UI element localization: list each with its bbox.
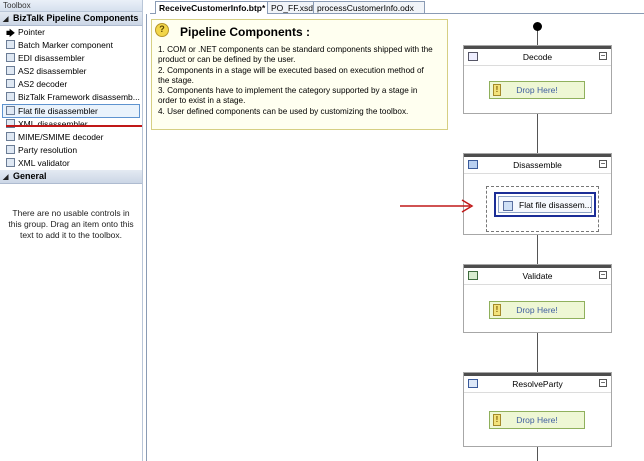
section-label: General xyxy=(13,171,47,181)
stage-decode[interactable]: Decode − ! Drop Here! xyxy=(463,45,612,114)
note-line: 2. Components in a stage will be execute… xyxy=(158,65,424,75)
stage-header: Decode − xyxy=(464,49,611,63)
note-title: Pipeline Components : xyxy=(180,25,311,39)
collapse-triangle-icon: ◢ xyxy=(3,174,9,181)
pointer-icon: 🡆 xyxy=(6,28,16,38)
component-icon xyxy=(6,132,15,141)
drop-zone-label: Drop Here! xyxy=(516,305,558,315)
note-line: 3. Components have to implement the cate… xyxy=(158,86,418,96)
stage-resolveparty[interactable]: ResolveParty − ! Drop Here! xyxy=(463,372,612,447)
toolbox-item-flat-file-disassembler[interactable]: Flat file disassembler xyxy=(2,104,140,118)
stage-title: Disassemble xyxy=(513,160,562,170)
toolbox-item-label: XML validator xyxy=(18,158,70,168)
note-line: 4. User defined components can be used b… xyxy=(158,106,409,116)
component-icon xyxy=(6,106,15,115)
note-line: product or can be defined by the user. xyxy=(158,55,296,65)
tab-receivecustomerinfo[interactable]: ReceiveCustomerInfo.btp* xyxy=(155,1,268,14)
section-label: BizTalk Pipeline Components xyxy=(13,13,139,23)
flat-file-disassembler-component[interactable]: Flat file disassem... xyxy=(494,192,596,217)
document-tab-bar: ReceiveCustomerInfo.btp* PO_FF.xsd proce… xyxy=(150,0,644,14)
stage-title: ResolveParty xyxy=(512,379,563,389)
collapse-triangle-icon: ◢ xyxy=(3,16,9,23)
toolbox-item-batch-marker[interactable]: Batch Marker component xyxy=(0,39,142,52)
section-biztalk-pipeline-components[interactable]: ◢ BizTalk Pipeline Components xyxy=(0,12,142,26)
stage-header: Validate − xyxy=(464,268,611,282)
drop-zone-label: Drop Here! xyxy=(516,415,558,425)
note-line: order to exist in a stage. xyxy=(158,96,246,106)
component-icon xyxy=(6,145,15,154)
toolbox-item-label: Party resolution xyxy=(18,145,78,155)
toolbox-item-label: EDI disassembler xyxy=(18,53,85,63)
toolbox-item-label: Flat file disassembler xyxy=(18,106,98,116)
component-body: Flat file disassem... xyxy=(498,196,592,213)
toolbox-item-label: MIME/SMIME decoder xyxy=(18,132,104,142)
component-icon xyxy=(6,79,15,88)
toolbox-item-pointer[interactable]: 🡆 Pointer xyxy=(0,26,142,39)
note-line: 1. COM or .NET components can be standar… xyxy=(158,45,433,54)
toolbox-item-edi-disassembler[interactable]: EDI disassembler xyxy=(0,52,142,65)
toolbox-item-label: BizTalk Framework disassemb... xyxy=(18,92,140,102)
stage-title: Validate xyxy=(522,271,553,281)
drop-zone-resolveparty[interactable]: ! Drop Here! xyxy=(489,411,585,429)
component-icon xyxy=(6,66,15,75)
section-general[interactable]: ◢ General xyxy=(0,170,142,184)
component-label: Flat file disassem... xyxy=(519,200,592,210)
drop-zone-decode[interactable]: ! Drop Here! xyxy=(489,81,585,99)
toolbox-item-as2-decoder[interactable]: AS2 decoder xyxy=(0,78,142,91)
stage-divider xyxy=(464,65,611,66)
toolbox-empty-message: There are no usable controls in this gro… xyxy=(8,208,134,240)
toolbox-item-label: XML disassembler xyxy=(18,119,88,129)
toolbox-item-party-resolution[interactable]: Party resolution xyxy=(0,144,142,157)
drop-zone-validate[interactable]: ! Drop Here! xyxy=(489,301,585,319)
toolbox-title: Toolbox xyxy=(0,0,142,12)
collapse-icon[interactable]: − xyxy=(599,379,607,387)
component-icon xyxy=(6,158,15,167)
collapse-icon[interactable]: − xyxy=(599,52,607,60)
stage-title: Decode xyxy=(522,52,553,62)
stage-header: Disassemble − xyxy=(464,157,611,171)
component-icon xyxy=(503,201,513,211)
red-underline-annotation xyxy=(6,125,142,127)
stage-divider xyxy=(464,284,611,285)
toolbox-item-label: Pointer xyxy=(18,27,45,37)
toolbox-item-xml-validator[interactable]: XML validator xyxy=(0,157,142,170)
tab-po-ff[interactable]: PO_FF.xsd xyxy=(267,1,314,13)
pipeline-components-note: ? Pipeline Components : 1. COM or .NET c… xyxy=(151,19,448,130)
info-bulb-icon: ? xyxy=(155,23,169,37)
toolbox-item-biztalk-framework-disassembler[interactable]: BizTalk Framework disassemb... xyxy=(0,91,142,104)
note-line: the stage. xyxy=(158,75,194,85)
component-icon xyxy=(6,53,15,62)
red-arrow-annotation xyxy=(400,199,474,213)
stage-divider xyxy=(464,392,611,393)
note-text: 1. COM or .NET components can be standar… xyxy=(158,45,444,117)
stage-header: ResolveParty − xyxy=(464,376,611,390)
stage-divider xyxy=(464,173,611,174)
toolbox-panel: Toolbox ◢ BizTalk Pipeline Components 🡆 Po… xyxy=(0,0,143,461)
collapse-icon[interactable]: − xyxy=(599,160,607,168)
stage-validate[interactable]: Validate − ! Drop Here! xyxy=(463,264,612,333)
collapse-icon[interactable]: − xyxy=(599,271,607,279)
toolbox-item-mime-smime-decoder[interactable]: MIME/SMIME decoder xyxy=(0,131,142,144)
tab-processcustomerinfo[interactable]: processCustomerInfo.odx xyxy=(313,1,425,13)
toolbox-item-label: Batch Marker component xyxy=(18,40,113,50)
component-icon xyxy=(6,92,15,101)
pipeline-start-node xyxy=(533,22,542,31)
toolbox-item-label: AS2 decoder xyxy=(18,79,68,89)
component-icon xyxy=(6,40,15,49)
drop-zone-label: Drop Here! xyxy=(516,85,558,95)
toolbox-item-as2-disassembler[interactable]: AS2 disassembler xyxy=(0,65,142,78)
toolbox-item-label: AS2 disassembler xyxy=(18,66,87,76)
